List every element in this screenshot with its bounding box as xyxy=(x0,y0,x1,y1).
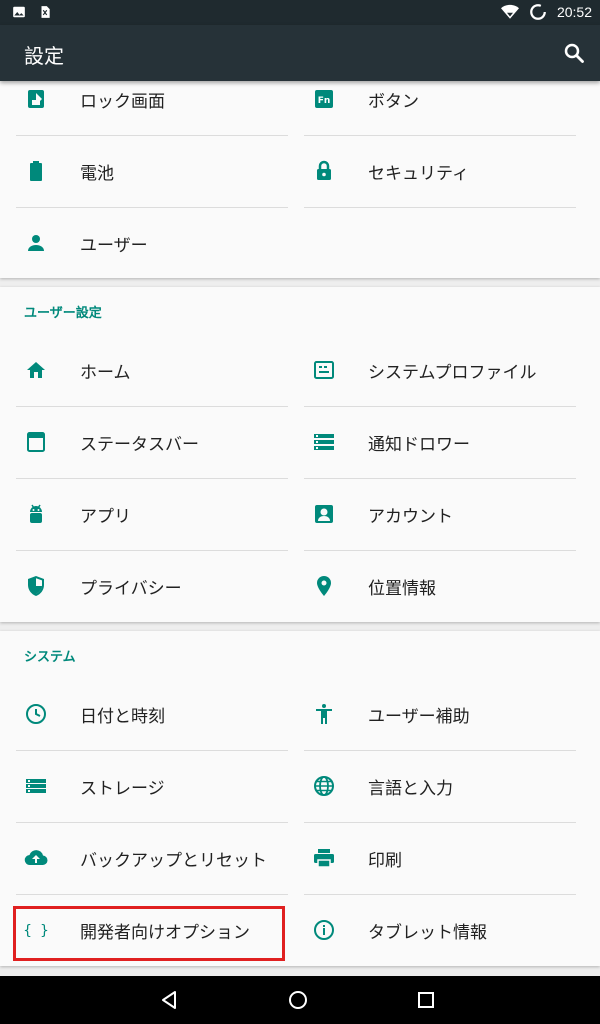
navigation-bar xyxy=(0,976,600,1024)
person-icon xyxy=(28,235,44,251)
android-icon xyxy=(30,504,42,523)
print-icon xyxy=(314,849,334,868)
settings-item-security[interactable]: セキュリティ xyxy=(304,136,576,208)
status-time: 20:52 xyxy=(556,4,592,20)
settings-item-printing[interactable]: 印刷 xyxy=(304,823,576,895)
settings-item-location[interactable]: 位置情報 xyxy=(304,551,576,622)
svg-text:{ }: { } xyxy=(24,923,48,939)
settings-item-status-bar[interactable]: ステータスバー xyxy=(16,407,288,479)
battery-charging-icon xyxy=(530,4,546,20)
settings-item-apps[interactable]: アプリ xyxy=(16,479,288,551)
app-bar: 設定 xyxy=(0,25,600,81)
settings-item-home[interactable]: ホーム xyxy=(16,335,288,407)
settings-card-user-settings: ユーザー設定 ホーム システムプロファイル ステータスバー 通知ドロワー アプリ… xyxy=(0,287,600,622)
lock-icon xyxy=(317,160,331,180)
settings-item-accounts[interactable]: アカウント xyxy=(304,479,576,551)
account-icon xyxy=(315,505,333,523)
settings-item-battery[interactable]: 電池 xyxy=(16,136,288,208)
settings-card-system: システム 日付と時刻 ユーザー補助 ストレージ 言語と入力 バックアップとリセッ… xyxy=(0,631,600,966)
status-bar: 20:52 xyxy=(0,0,600,25)
info-icon xyxy=(314,920,334,940)
settings-item-users[interactable]: ユーザー xyxy=(16,208,288,279)
category-title-user-settings: ユーザー設定 xyxy=(24,306,102,321)
storage-icon xyxy=(26,779,46,793)
developer-braces-icon: { } xyxy=(24,923,48,939)
cloud-upload-icon xyxy=(24,850,48,866)
settings-item-storage[interactable]: ストレージ xyxy=(16,751,288,823)
back-triangle-icon[interactable] xyxy=(158,988,182,1012)
home-circle-icon[interactable] xyxy=(286,988,310,1012)
globe-icon xyxy=(314,776,334,796)
privacy-shield-icon xyxy=(28,576,44,596)
sim-card-icon xyxy=(41,6,50,18)
settings-list[interactable]: ロック画面 Fn ボタン 電池 セキュリティ ユーザー ユーザー設定 ホーム シ… xyxy=(0,81,600,976)
settings-item-developer-options[interactable]: { } 開発者向けオプション xyxy=(16,895,288,966)
accessibility-icon xyxy=(316,704,332,724)
settings-item-backup-reset[interactable]: バックアップとリセット xyxy=(16,823,288,895)
image-icon xyxy=(13,6,25,18)
status-bar-icon xyxy=(27,432,45,452)
settings-item-language-input[interactable]: 言語と入力 xyxy=(304,751,576,823)
settings-item-notification-drawer[interactable]: 通知ドロワー xyxy=(304,407,576,479)
home-icon xyxy=(27,362,45,378)
lock-screen-icon xyxy=(28,90,44,108)
settings-item-buttons[interactable]: Fn ボタン xyxy=(304,81,576,136)
settings-item-about-tablet[interactable]: タブレット情報 xyxy=(304,895,576,966)
wifi-icon xyxy=(500,4,519,19)
location-pin-icon xyxy=(317,576,331,596)
recents-square-icon[interactable] xyxy=(414,988,438,1012)
clock-icon xyxy=(26,704,46,724)
search-icon[interactable] xyxy=(562,41,586,65)
settings-item-lock-screen[interactable]: ロック画面 xyxy=(16,81,288,136)
settings-item-accessibility[interactable]: ユーザー補助 xyxy=(304,679,576,751)
category-title-system: システム xyxy=(24,650,76,665)
battery-icon xyxy=(30,161,42,181)
system-profile-icon xyxy=(314,361,334,379)
notification-drawer-icon xyxy=(314,434,334,450)
svg-text:Fn: Fn xyxy=(318,96,331,106)
page-title: 設定 xyxy=(24,44,64,68)
settings-item-system-profile[interactable]: システムプロファイル xyxy=(304,335,576,407)
settings-card-device: ロック画面 Fn ボタン 電池 セキュリティ ユーザー xyxy=(0,81,600,278)
settings-item-date-time[interactable]: 日付と時刻 xyxy=(16,679,288,751)
settings-item-privacy[interactable]: プライバシー xyxy=(16,551,288,622)
fn-key-icon: Fn xyxy=(315,90,333,108)
